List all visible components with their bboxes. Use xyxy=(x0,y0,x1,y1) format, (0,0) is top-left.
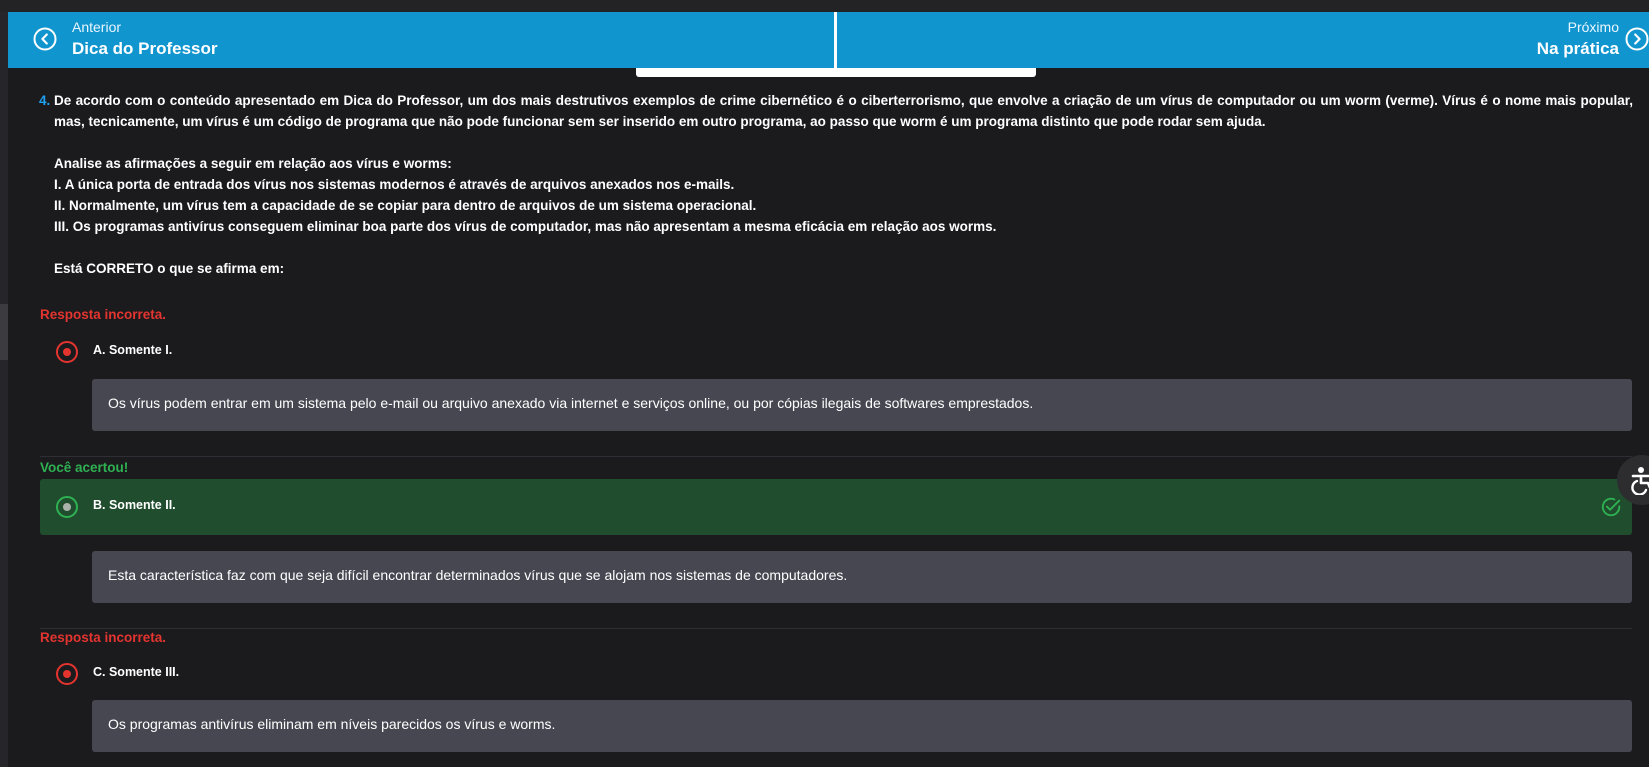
left-scrollbar[interactable] xyxy=(0,12,8,767)
option-c-radio[interactable] xyxy=(56,663,78,685)
question-block: 4. De acordo com o conteúdo apresentado … xyxy=(39,90,1633,279)
next-lesson-link[interactable]: Próximo Na prática xyxy=(837,12,1649,68)
statement-ii: II. Normalmente, um vírus tem a capacida… xyxy=(54,198,757,213)
top-strip xyxy=(0,0,1649,12)
left-scrollbar-thumb[interactable] xyxy=(0,304,8,360)
previous-title: Dica do Professor xyxy=(72,39,218,58)
option-c-label: C. Somente III. xyxy=(93,665,180,679)
option-c-feedback: Os programas antivírus eliminam em nívei… xyxy=(92,700,1632,752)
answer-option-a[interactable]: A. Somente I. xyxy=(40,324,1632,380)
option-b-radio[interactable] xyxy=(56,496,78,518)
lesson-navigation-bar: Anterior Dica do Professor Próximo Na pr… xyxy=(8,12,1649,68)
status-correct: Você acertou! xyxy=(40,460,129,475)
statement-iii: III. Os programas antivírus conseguem el… xyxy=(54,219,997,234)
divider xyxy=(40,456,1632,457)
option-a-label: A. Somente I. xyxy=(93,343,173,357)
status-incorrect: Resposta incorreta. xyxy=(40,630,167,645)
chevron-left-circle-icon[interactable] xyxy=(33,27,57,51)
question-instruction: Analise as afirmações a seguir em relaçã… xyxy=(54,156,452,171)
option-a-radio[interactable] xyxy=(56,341,78,363)
previous-caption: Anterior xyxy=(72,19,122,35)
question-number: 4. xyxy=(39,93,51,108)
chevron-right-circle-icon[interactable] xyxy=(1625,27,1649,51)
accessibility-icon xyxy=(1631,467,1649,495)
check-circle-icon xyxy=(1601,497,1621,517)
status-incorrect: Resposta incorreta. xyxy=(40,307,167,322)
option-a-feedback: Os vírus podem entrar em um sistema pelo… xyxy=(92,379,1632,431)
divider xyxy=(40,628,1632,629)
statement-i: I. A única porta de entrada dos vírus no… xyxy=(54,177,735,192)
question-statement: De acordo com o conteúdo apresentado em … xyxy=(54,93,1633,129)
option-b-feedback: Esta característica faz com que seja dif… xyxy=(92,551,1632,603)
option-b-label: B. Somente II. xyxy=(93,498,176,512)
next-caption: Próximo xyxy=(1567,19,1619,35)
answer-option-b[interactable]: B. Somente II. xyxy=(40,479,1632,535)
previous-lesson-link[interactable]: Anterior Dica do Professor xyxy=(8,12,834,68)
tab-indicator xyxy=(636,68,1036,77)
next-title: Na prática xyxy=(1536,39,1619,58)
answer-option-c[interactable]: C. Somente III. xyxy=(40,646,1632,702)
question-text: De acordo com o conteúdo apresentado em … xyxy=(54,90,1633,279)
question-prompt: Está CORRETO o que se afirma em: xyxy=(54,261,285,276)
